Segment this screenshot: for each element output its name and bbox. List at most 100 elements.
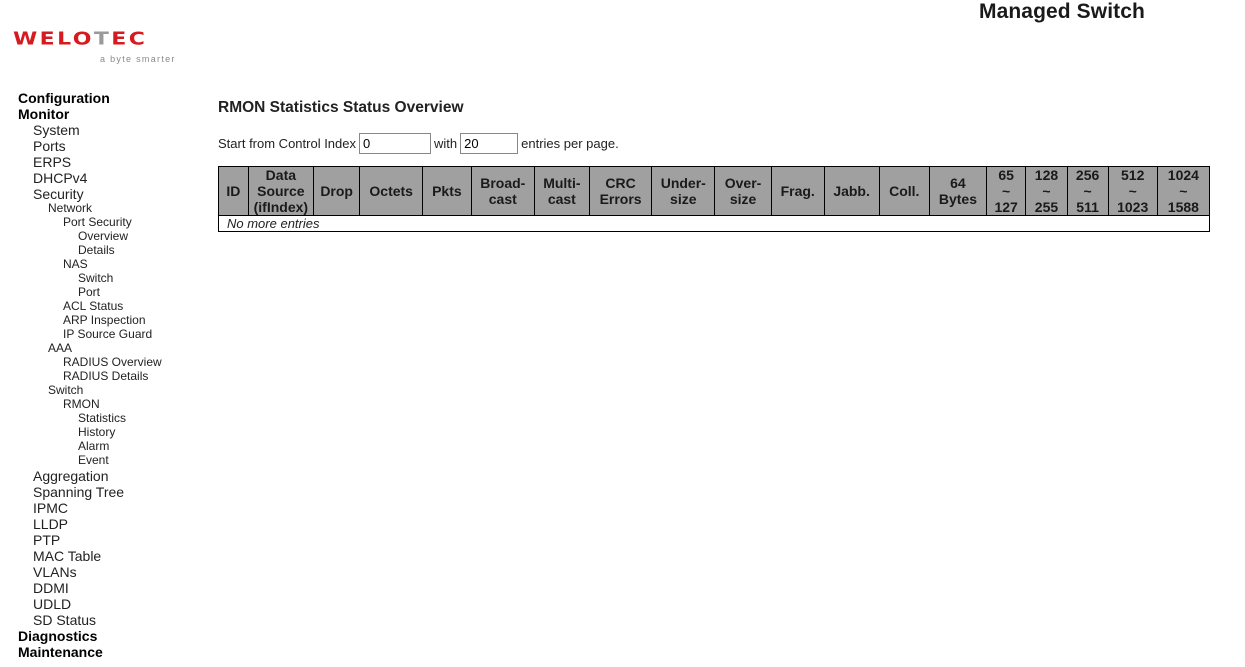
column-header-line: Data bbox=[265, 167, 297, 183]
welotec-logo: WELOTEC a byte smarter bbox=[13, 29, 193, 67]
menu-item-rmon[interactable]: RMON bbox=[63, 397, 100, 411]
column-header: Octets bbox=[359, 166, 424, 216]
column-header: Under-size bbox=[651, 166, 716, 216]
column-header-line: CRC bbox=[605, 175, 636, 191]
menu-item-aggregation[interactable]: Aggregation bbox=[33, 468, 109, 484]
with-label: with bbox=[434, 135, 458, 151]
column-header: 64 Bytes bbox=[929, 166, 987, 216]
column-header-line: 1023 bbox=[1117, 199, 1149, 215]
menu-item-lldp[interactable]: LLDP bbox=[33, 516, 68, 532]
menu-item-udld[interactable]: UDLD bbox=[33, 596, 71, 612]
menu-item-arp-inspection[interactable]: ARP Inspection bbox=[63, 313, 146, 327]
menu-item-system[interactable]: System bbox=[33, 122, 80, 138]
menu-item-acl-status[interactable]: ACL Status bbox=[63, 299, 123, 313]
menu-item-ddmi[interactable]: DDMI bbox=[33, 580, 69, 596]
column-header-line: Under- bbox=[660, 175, 706, 191]
menu-item-dhcpv4[interactable]: DHCPv4 bbox=[33, 170, 87, 186]
table-row: No more entries bbox=[218, 215, 1210, 232]
menu-item-nas[interactable]: NAS bbox=[63, 257, 88, 271]
menu-item-spanning-tree[interactable]: Spanning Tree bbox=[33, 484, 124, 500]
menu-item-mac-table[interactable]: MAC Table bbox=[33, 548, 101, 564]
column-header-line: ~ bbox=[1083, 183, 1092, 199]
column-header-line: Jabb. bbox=[833, 183, 870, 199]
menu-item-alarm[interactable]: Alarm bbox=[78, 439, 109, 453]
column-header-line: Bytes bbox=[938, 191, 977, 207]
menu-item-event[interactable]: Event bbox=[78, 453, 109, 467]
column-header-line: size bbox=[670, 191, 697, 207]
start-index-input[interactable] bbox=[359, 132, 431, 154]
menu-item-switch[interactable]: Switch bbox=[78, 271, 113, 285]
column-header-line: ~ bbox=[1002, 183, 1011, 199]
column-header: 128 ~255 bbox=[1025, 166, 1068, 216]
column-header: Multi-cast bbox=[533, 166, 590, 216]
menu-item-monitor[interactable]: Monitor bbox=[18, 106, 69, 122]
menu-item-ip-source-guard[interactable]: IP Source Guard bbox=[63, 327, 152, 341]
menu-item-statistics[interactable]: Statistics bbox=[78, 411, 126, 425]
column-header: CRC Errors bbox=[588, 166, 653, 216]
column-header: 512 ~1023 bbox=[1107, 166, 1158, 216]
column-header: 65 ~127 bbox=[985, 166, 1027, 216]
start-index-label: Start from Control Index bbox=[218, 135, 356, 151]
column-header-line: cast bbox=[488, 191, 517, 207]
app-title: Managed Switch bbox=[979, 0, 1145, 23]
page-title: RMON Statistics Status Overview bbox=[218, 99, 464, 116]
menu-item-ptp[interactable]: PTP bbox=[33, 532, 60, 548]
menu-item-security[interactable]: Security bbox=[33, 186, 84, 202]
menu-item-details[interactable]: Details bbox=[78, 243, 115, 257]
table-header-row: ID Data Source (ifIndex) Drop Octets Pkts Broad… bbox=[218, 166, 1211, 216]
menu-item-configuration[interactable]: Configuration bbox=[18, 90, 110, 106]
column-header-line: 127 bbox=[994, 199, 1018, 215]
column-header-line: Coll. bbox=[889, 183, 920, 199]
menu-item-maintenance[interactable]: Maintenance bbox=[18, 644, 103, 660]
menu-item-overview[interactable]: Overview bbox=[78, 229, 128, 243]
column-header-line: Errors bbox=[599, 191, 642, 207]
entries-per-page-label: entries per page. bbox=[521, 135, 619, 151]
column-header-line: 64 bbox=[950, 175, 966, 191]
column-header-line: (ifIndex) bbox=[253, 199, 309, 215]
column-header: Coll. bbox=[878, 166, 931, 216]
column-header-line: Pkts bbox=[432, 183, 462, 199]
menu-item-ports[interactable]: Ports bbox=[33, 138, 66, 154]
logo-tagline: a byte smarter bbox=[100, 54, 176, 64]
column-header: Data Source (ifIndex) bbox=[247, 166, 314, 216]
column-header: Broad-cast bbox=[470, 166, 535, 216]
entries-per-page-input[interactable] bbox=[460, 132, 519, 154]
paging-controls: Start from Control Index with entries pe… bbox=[218, 132, 619, 154]
menu-item-port[interactable]: Port bbox=[78, 285, 100, 299]
column-header-line: 512 bbox=[1121, 167, 1145, 183]
column-header: Frag. bbox=[770, 166, 825, 216]
column-header-line: 511 bbox=[1076, 199, 1099, 215]
column-header: ID bbox=[218, 166, 249, 216]
column-header-line: Broad- bbox=[480, 175, 526, 191]
column-header-line: 256 bbox=[1075, 167, 1100, 183]
column-header-line: ID bbox=[226, 183, 241, 199]
column-header-line: 1024 bbox=[1167, 167, 1199, 183]
logo-text-suffix: EC bbox=[111, 29, 148, 50]
column-header-line: Source bbox=[257, 183, 305, 199]
column-header: 256 ~511 bbox=[1066, 166, 1109, 216]
logo-wordmark: WELOTEC bbox=[13, 29, 147, 50]
column-header-line: Frag. bbox=[780, 183, 815, 199]
column-header: 1024 ~1588 bbox=[1156, 166, 1211, 216]
column-header-line: ~ bbox=[1042, 183, 1051, 199]
column-header-line: ~ bbox=[1179, 183, 1188, 199]
column-header: Over-size bbox=[714, 166, 772, 216]
menu-item-aaa[interactable]: AAA bbox=[48, 341, 72, 355]
no-entries-message: No more entries bbox=[218, 215, 1210, 232]
menu-item-ipmc[interactable]: IPMC bbox=[33, 500, 68, 516]
menu-item-switch[interactable]: Switch bbox=[48, 383, 83, 397]
menu-item-network[interactable]: Network bbox=[48, 201, 92, 215]
menu-item-vlans[interactable]: VLANs bbox=[33, 564, 77, 580]
menu-item-erps[interactable]: ERPS bbox=[33, 154, 71, 170]
column-header-line: Over- bbox=[724, 175, 762, 191]
menu-item-diagnostics[interactable]: Diagnostics bbox=[18, 628, 97, 644]
column-header-line: 1588 bbox=[1167, 199, 1199, 215]
column-header: Drop bbox=[312, 166, 361, 216]
menu-item-radius-details[interactable]: RADIUS Details bbox=[63, 369, 148, 383]
menu-item-radius-overview[interactable]: RADIUS Overview bbox=[63, 355, 162, 369]
menu-item-sd-status[interactable]: SD Status bbox=[33, 612, 96, 628]
menu-item-history[interactable]: History bbox=[78, 425, 115, 439]
column-header-line: size bbox=[729, 191, 757, 207]
column-header-line: Octets bbox=[369, 183, 413, 199]
menu-item-port-security[interactable]: Port Security bbox=[63, 215, 132, 229]
